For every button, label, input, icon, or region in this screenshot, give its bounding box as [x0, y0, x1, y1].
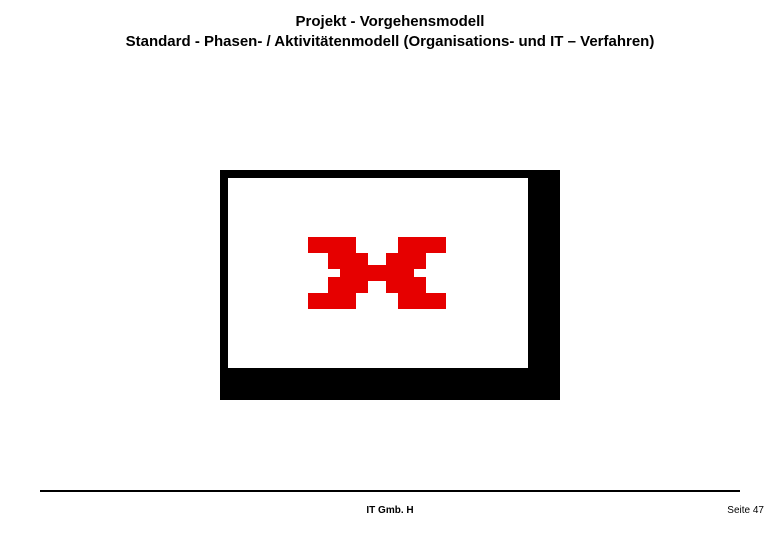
figure-canvas — [228, 178, 528, 368]
slide: Projekt - Vorgehensmodell Standard - Pha… — [0, 0, 780, 540]
footer-center: IT Gmb. H — [0, 505, 780, 516]
broken-image-icon — [298, 233, 458, 313]
title-line-2: Standard - Phasen- / Aktivitätenmodell (… — [0, 32, 780, 52]
footer-rule — [40, 490, 740, 492]
slide-header: Projekt - Vorgehensmodell Standard - Pha… — [0, 0, 780, 53]
title-line-1: Projekt - Vorgehensmodell — [0, 12, 780, 32]
footer-page: Seite 47 — [727, 505, 764, 516]
figure-frame — [220, 170, 560, 400]
